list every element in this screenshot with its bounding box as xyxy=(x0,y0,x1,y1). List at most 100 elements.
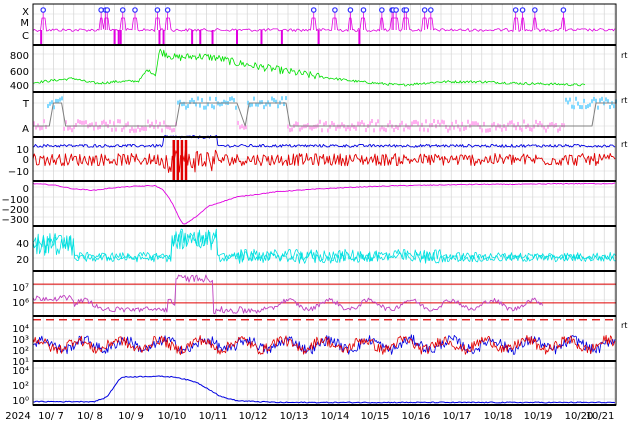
panel-frame-ae_index xyxy=(32,225,617,272)
imf-sector-mark xyxy=(285,96,287,101)
right-mark: rt xyxy=(621,140,627,149)
imf-sector-mark xyxy=(393,128,395,133)
imf-sector-mark xyxy=(103,119,105,124)
imf-sector-mark xyxy=(335,126,337,131)
right-mark: rt xyxy=(621,96,627,105)
imf-sector-mark xyxy=(79,120,81,125)
imf-sector-mark xyxy=(355,126,357,131)
y-tick-label: 10² xyxy=(12,381,29,392)
imf-sector-mark xyxy=(401,120,403,125)
flare-marker xyxy=(512,7,519,13)
x-tick-label: 10/ 7 xyxy=(38,411,64,422)
imf-sector-mark xyxy=(501,127,503,132)
imf-sector-mark xyxy=(173,127,175,132)
flare-marker xyxy=(98,7,104,13)
imf-sector-mark xyxy=(451,121,453,126)
flare-marker xyxy=(132,7,138,13)
imf-sector-mark xyxy=(511,120,513,125)
imf-sector-mark xyxy=(471,121,473,126)
imf-sector-mark xyxy=(299,127,301,132)
y-tick-label: 10⁰ xyxy=(12,396,29,407)
imf-sector-mark xyxy=(119,119,121,124)
imf-sector-mark xyxy=(143,126,145,131)
imf-sector-mark xyxy=(171,128,173,133)
imf-sector-mark xyxy=(357,121,359,126)
imf-sector-mark xyxy=(121,127,123,132)
imf-sector-mark xyxy=(569,97,571,102)
flare-marker xyxy=(393,7,399,13)
imf-sector-mark xyxy=(109,119,111,124)
imf-sector-mark xyxy=(487,128,489,133)
imf-sector-mark xyxy=(505,126,507,131)
y-tick-label: 0 xyxy=(23,155,29,166)
x-tick-label: 10/12 xyxy=(239,411,268,422)
imf-sector-mark xyxy=(455,119,457,124)
imf-sector-mark xyxy=(139,128,141,133)
ae-line xyxy=(32,228,616,262)
imf-sector-mark xyxy=(351,123,353,128)
x-tick-label: 10/18 xyxy=(484,411,513,422)
y-tick-label: C xyxy=(22,31,29,42)
imf-sector-mark xyxy=(259,100,261,105)
imf-sector-mark xyxy=(253,96,255,101)
imf-sector-mark xyxy=(215,96,217,101)
imf-sector-mark xyxy=(329,124,331,129)
flare-marker xyxy=(347,7,354,13)
imf-sector-mark xyxy=(221,101,223,106)
panel-frame-high_energy_proton xyxy=(32,360,617,406)
imf-sector-mark xyxy=(605,97,607,102)
imf-sector-mark xyxy=(241,124,243,129)
x-tick-label: 10/10 xyxy=(158,411,187,422)
x-tick-label: 10/19 xyxy=(524,411,553,422)
imf-sector-mark xyxy=(595,98,597,103)
imf-sector-mark xyxy=(345,127,347,132)
imf-sector-mark xyxy=(59,97,61,102)
imf-sector-mark xyxy=(117,119,119,124)
imf-sector-mark xyxy=(325,121,327,126)
imf-sector-mark xyxy=(373,128,375,133)
imf-sector-mark xyxy=(145,126,147,131)
imf-sector-mark xyxy=(563,123,565,128)
y-tick-label: A xyxy=(22,124,29,135)
imf-sector-mark xyxy=(267,100,269,105)
imf-sector-mark xyxy=(547,124,549,129)
imf-sector-mark xyxy=(489,127,491,132)
y-tick-label: −300 xyxy=(2,215,29,226)
x-tick-label: 10/21 xyxy=(586,411,615,422)
imf-sector-mark xyxy=(199,103,201,108)
imf-sector-mark xyxy=(131,126,133,131)
y-tick-label: 800 xyxy=(10,51,29,62)
imf-sector-mark xyxy=(243,125,245,130)
imf-sector-mark xyxy=(77,119,79,124)
imf-sector-mark xyxy=(365,128,367,133)
x-tick-label: 10/11 xyxy=(199,411,228,422)
imf-sector-mark xyxy=(213,105,215,110)
imf-sector-mark xyxy=(583,98,585,103)
ae-line xyxy=(32,230,616,264)
imf-sector-mark xyxy=(311,126,313,131)
imf-sector-mark xyxy=(189,100,191,105)
imf-sector-mark xyxy=(449,126,451,131)
imf-sector-mark xyxy=(523,119,525,124)
imf-sector-mark xyxy=(83,120,85,125)
y-tick-label: 10² xyxy=(12,346,29,357)
imf-sector-mark xyxy=(239,125,241,130)
flare-marker xyxy=(379,7,385,13)
flare-marker xyxy=(104,7,111,13)
x-tick-label: 2024 xyxy=(5,411,30,422)
imf-sector-mark xyxy=(43,119,45,124)
flare-marker xyxy=(532,7,538,13)
imf-sector-mark xyxy=(191,97,193,102)
imf-sector-mark xyxy=(539,120,541,125)
imf-sector-mark xyxy=(383,127,385,132)
imf-sector-mark xyxy=(163,120,165,125)
imf-sector-mark xyxy=(169,126,171,131)
data-layer xyxy=(32,7,617,404)
imf-sector-mark xyxy=(473,121,475,126)
y-tick-label: 10³ xyxy=(12,335,29,346)
x-tick-label: 10/ 8 xyxy=(77,411,103,422)
imf-sector-mark xyxy=(567,100,569,105)
imf-sector-mark xyxy=(577,101,579,106)
imf-sector-mark xyxy=(475,121,477,126)
imf-sector-mark xyxy=(493,121,495,126)
